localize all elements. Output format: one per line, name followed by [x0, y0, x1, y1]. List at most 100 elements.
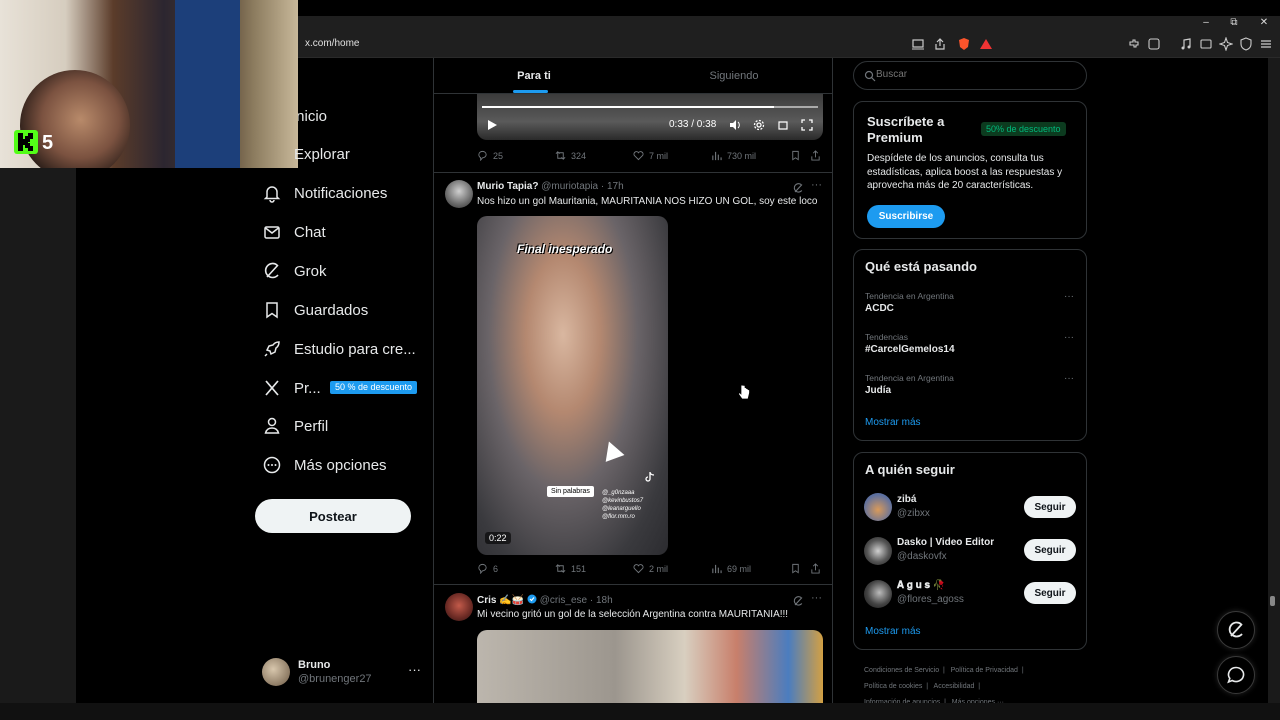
tweet-author-handle[interactable]: @cris_ese: [540, 595, 587, 606]
trend-more-icon[interactable]: ···: [1064, 332, 1074, 343]
repost-button[interactable]: 151: [555, 563, 586, 574]
premium-card: Suscríbete a Premium 50% de descuento De…: [853, 101, 1087, 239]
leo-ai-icon[interactable]: [1219, 37, 1233, 51]
nav-creator-studio[interactable]: Estudio para cre...: [262, 334, 416, 364]
nav-bookmarks[interactable]: Guardados: [262, 295, 368, 325]
share-icon[interactable]: [933, 37, 947, 51]
screen-bottom-bar: [0, 703, 1280, 720]
follow-name[interactable]: zibá: [897, 494, 916, 505]
tweet-video[interactable]: Final inesperado Sin palabras @_g0nzaaa …: [477, 216, 668, 555]
avatar[interactable]: [864, 580, 892, 608]
follow-button[interactable]: Seguir: [1024, 496, 1076, 518]
reply-button[interactable]: 25: [477, 150, 503, 161]
settings-gear-icon[interactable]: [753, 119, 765, 131]
reply-button[interactable]: 6: [477, 563, 498, 574]
views-button[interactable]: 69 mil: [711, 563, 751, 574]
nav-more-options[interactable]: Más opciones: [262, 450, 387, 480]
grok-floating-button[interactable]: [1217, 611, 1255, 649]
post-button[interactable]: Postear: [255, 499, 411, 533]
tweet-author-name[interactable]: Cris ✍️🥁: [477, 595, 524, 606]
tweet-actions: 25 324 7 mil 730 mil: [477, 150, 822, 166]
picture-in-picture-icon[interactable]: [777, 119, 789, 131]
scrollbar-thumb[interactable]: [1270, 596, 1275, 606]
tweet-video[interactable]: [477, 630, 823, 703]
brave-rewards-icon[interactable]: [979, 37, 993, 51]
search-box[interactable]: [853, 61, 1087, 90]
account-switcher[interactable]: Bruno @brunenger27 ···: [262, 658, 432, 688]
grok-explain-icon[interactable]: [792, 595, 804, 607]
nav-grok[interactable]: Grok: [262, 256, 327, 286]
nav-notifications[interactable]: Notificaciones: [262, 178, 387, 208]
tweet-more-icon[interactable]: ···: [811, 179, 822, 191]
video-tag-list: @_g0nzaaa @kevinbustos7 @leanarguello @f…: [602, 489, 643, 521]
wallet-icon[interactable]: [1199, 37, 1213, 51]
premium-discount-badge: 50% de descuento: [981, 122, 1066, 136]
tweet-actions: 6 151 2 mil 69 mil: [477, 563, 822, 579]
avatar[interactable]: [445, 593, 473, 621]
brave-shield-icon[interactable]: [957, 37, 971, 51]
account-more-icon[interactable]: ···: [408, 662, 421, 677]
like-button[interactable]: 7 mil: [633, 150, 668, 161]
cast-icon[interactable]: [911, 37, 925, 51]
footer-line[interactable]: Política de cookies | Accesibilidad |: [864, 679, 1084, 695]
share-button[interactable]: [810, 150, 826, 161]
bookmark-icon: [266, 302, 278, 319]
menu-icon[interactable]: [1259, 37, 1273, 51]
share-button[interactable]: [810, 563, 826, 574]
tweet-more-icon[interactable]: ···: [811, 592, 822, 604]
video-tag: @_g0nzaaa: [602, 490, 635, 496]
nav-premium[interactable]: Pr...: [262, 373, 321, 403]
nav-chat[interactable]: Chat: [262, 217, 326, 247]
minimize-button[interactable]: –: [1198, 17, 1214, 28]
extensions-icon[interactable]: [1127, 37, 1141, 51]
follow-name[interactable]: Dasko | Video Editor: [897, 537, 994, 548]
avatar[interactable]: [864, 537, 892, 565]
avatar[interactable]: [864, 493, 892, 521]
follow-button[interactable]: Seguir: [1024, 582, 1076, 604]
tab-for-you[interactable]: Para ti: [434, 58, 634, 94]
grok-explain-icon[interactable]: [792, 182, 804, 194]
nav-profile[interactable]: Perfil: [262, 411, 328, 441]
mouse-pointer-hand-icon: [738, 384, 750, 400]
trend-more-icon[interactable]: ···: [1064, 291, 1074, 302]
tweet-time[interactable]: · 17h: [601, 181, 624, 192]
trend-name[interactable]: #CarcelGemelos14: [865, 344, 955, 355]
bookmark-button[interactable]: [790, 563, 806, 574]
views-button[interactable]: 730 mil: [711, 150, 756, 161]
footer-line[interactable]: Información de anuncios | Más opciones ·…: [864, 695, 1084, 703]
follow-show-more-link[interactable]: Mostrar más: [865, 626, 921, 637]
trend-name[interactable]: Judía: [865, 385, 891, 396]
url-text[interactable]: x.com/home: [305, 38, 359, 49]
nav-home[interactable]: Inicio: [298, 101, 327, 131]
trends-show-more-link[interactable]: Mostrar más: [865, 417, 921, 428]
volume-icon[interactable]: [729, 119, 741, 131]
nav-explore[interactable]: Explorar: [294, 139, 350, 169]
repost-button[interactable]: 324: [555, 150, 586, 161]
trend-name[interactable]: ACDC: [865, 303, 894, 314]
messages-floating-button[interactable]: [1217, 656, 1255, 694]
tweet-author-name[interactable]: Murio Tapia?: [477, 181, 538, 192]
avatar[interactable]: [445, 180, 473, 208]
tweet-time[interactable]: · 18h: [590, 595, 613, 606]
video-progress-track[interactable]: [482, 106, 818, 108]
tweet-video-player[interactable]: 0:33 / 0:38: [477, 94, 823, 140]
footer-line[interactable]: Condiciones de Servicio | Política de Pr…: [864, 663, 1084, 679]
subscribe-button[interactable]: Suscribirse: [867, 205, 945, 228]
vpn-shield-icon[interactable]: [1239, 37, 1253, 51]
music-icon[interactable]: [1179, 37, 1193, 51]
tab-following[interactable]: Siguiendo: [634, 58, 832, 94]
follow-name[interactable]: 𝐀 𝐠 𝐮 𝐬 🥀: [897, 580, 945, 591]
tweet-author-handle[interactable]: @muriotapia: [541, 181, 598, 192]
bookmark-button[interactable]: [790, 150, 806, 161]
tab-icon[interactable]: [1147, 37, 1161, 51]
search-input[interactable]: [876, 69, 1076, 80]
like-button[interactable]: 2 mil: [633, 563, 668, 574]
restore-button[interactable]: ⧉: [1226, 17, 1242, 28]
fullscreen-icon[interactable]: [801, 119, 813, 131]
follow-button[interactable]: Seguir: [1024, 539, 1076, 561]
right-gutter: [1268, 58, 1280, 703]
repost-count: 324: [571, 150, 587, 161]
close-window-button[interactable]: ✕: [1256, 17, 1272, 28]
trend-more-icon[interactable]: ···: [1064, 373, 1074, 384]
play-icon[interactable]: [486, 119, 498, 131]
